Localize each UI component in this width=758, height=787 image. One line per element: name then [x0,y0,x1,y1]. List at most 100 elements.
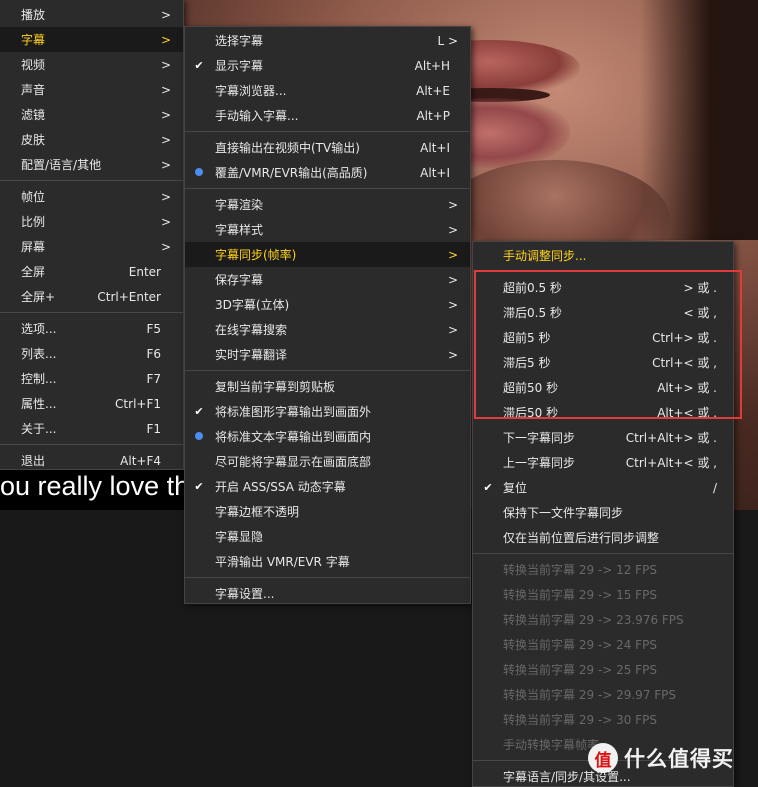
menu-item-text-inside[interactable]: 将标准文本字幕输出到画面内 [185,424,470,449]
menu-item-label: 列表... [21,347,57,361]
menu-item-delay-50s[interactable]: 滞后50 秒 Alt+< 或 , [473,400,733,425]
menu-item-label: 显示字幕 [215,59,264,73]
menu-item-audio[interactable]: 声音 > [0,77,183,102]
menu-item-subtitle-settings[interactable]: 字幕设置... [185,581,470,606]
menu-item-label: 字幕边框不透明 [215,505,300,519]
menu-item-ass-ssa[interactable]: ✔ 开启 ASS/SSA 动态字幕 [185,474,470,499]
chevron-right-icon: > [160,157,171,172]
menu-item-label: 将标准图形字幕输出到画面外 [215,405,372,419]
menu-item-shortcut: Alt+F4 [120,453,161,468]
menu-item-shortcut: Alt+H [414,58,450,73]
menu-item-control[interactable]: 控制... F7 [0,366,183,391]
menu-item-next-subtitle-sync[interactable]: 下一字幕同步 Ctrl+Alt+> 或 . [473,425,733,450]
menu-item-skin[interactable]: 皮肤 > [0,127,183,152]
menu-item-label: 滞后0.5 秒 [503,306,562,320]
menu-item-subtitle-render[interactable]: 字幕渲染 > [185,192,470,217]
menu-item-label: 超前5 秒 [503,331,551,345]
menu-item-fullscreen-plus[interactable]: 全屏+ Ctrl+Enter [0,284,183,309]
menu-item-label: 超前50 秒 [503,381,559,395]
chevron-right-icon: > [160,214,171,229]
menu-item-shortcut: Alt+> 或 . [657,381,717,395]
menu-item-label: 转换当前字幕 29 -> 23.976 FPS [503,613,684,627]
menu-item-label: 下一字幕同步 [503,431,576,445]
menu-item-label: 比例 [21,215,46,229]
menu-item-bottom-display[interactable]: 尽可能将字幕显示在画面底部 [185,449,470,474]
watermark: 值 什么值得买 [588,742,734,774]
menu-item-playlist[interactable]: 列表... F6 [0,341,183,366]
menu-item-screen[interactable]: 屏幕 > [0,234,183,259]
menu-item-label: 转换当前字幕 29 -> 29.97 FPS [503,688,677,702]
menu-item-shortcut: Ctrl+Alt+> 或 . [625,431,717,445]
menu-item-subtitle-browser[interactable]: 字幕浏览器... Alt+E [185,78,470,103]
menu-item-label: 复制当前字幕到剪贴板 [215,380,336,394]
menu-item-config[interactable]: 配置/语言/其他 > [0,152,183,177]
menu-item-keep-sync[interactable]: 保持下一文件字幕同步 [473,500,733,525]
menu-item-options[interactable]: 选项... F5 [0,316,183,341]
menu-item-reset[interactable]: ✔ 复位 / [473,475,733,500]
menu-item-realtime-translate[interactable]: 实时字幕翻译 > [185,342,470,367]
menu-item-shortcut: Alt+E [416,83,450,98]
menu-separator [185,131,470,132]
menu-item-3d-subtitle[interactable]: 3D字幕(立体) > [185,292,470,317]
menu-item-label: 声音 [21,83,46,97]
menu-item-delay-0-5s[interactable]: 滞后0.5 秒 < 或 , [473,300,733,325]
menu-item-shortcut: Enter [128,264,161,279]
menu-item-smooth-output[interactable]: 平滑输出 VMR/EVR 字幕 [185,549,470,574]
menu-item-tv-output[interactable]: 直接输出在视频中(TV输出) Alt+I [185,135,470,160]
menu-item-shortcut: < 或 , [683,306,718,320]
menu-item-label: 直接输出在视频中(TV输出) [215,141,360,155]
menu-item-label: 字幕显隐 [215,530,264,544]
menu-item-toggle-subtitle[interactable]: 字幕显隐 [185,524,470,549]
menu-item-label: 退出 [21,454,46,468]
menu-item-show-subtitle[interactable]: ✔ 显示字幕 Alt+H [185,53,470,78]
menu-item-select-subtitle[interactable]: 选择字幕 L > [185,28,470,53]
menu-item-manual-sync[interactable]: 手动调整同步... [473,243,733,268]
menu-item-sync-after-position[interactable]: 仅在当前位置后进行同步调整 [473,525,733,550]
menu-item-label: 滤镜 [21,108,46,122]
chevron-right-icon: > [160,32,171,47]
menu-item-ahead-0-5s[interactable]: 超前0.5 秒 > 或 . [473,275,733,300]
menu-item-properties[interactable]: 属性... Ctrl+F1 [0,391,183,416]
menu-item-play[interactable]: 播放 > [0,2,183,27]
menu-item-label: 保持下一文件字幕同步 [503,506,624,520]
menu-item-delay-5s[interactable]: 滞后5 秒 Ctrl+< 或 , [473,350,733,375]
menu-item-label: 字幕设置... [215,587,275,601]
menu-item-label: 皮肤 [21,133,46,147]
menu-item-about[interactable]: 关于... F1 [0,416,183,441]
menu-item-ahead-5s[interactable]: 超前5 秒 Ctrl+> 或 . [473,325,733,350]
menu-item-convert-12fps: 转换当前字幕 29 -> 12 FPS [473,557,733,582]
menu-item-ratio[interactable]: 比例 > [0,209,183,234]
menu-item-fullscreen[interactable]: 全屏 Enter [0,259,183,284]
menu-separator [473,553,733,554]
chevron-right-icon: > [447,222,458,237]
menu-item-ahead-50s[interactable]: 超前50 秒 Alt+> 或 . [473,375,733,400]
menu-item-copy-subtitle[interactable]: 复制当前字幕到剪贴板 [185,374,470,399]
watermark-text: 什么值得买 [624,747,734,771]
menu-item-label: 选项... [21,322,57,336]
menu-item-prev-subtitle-sync[interactable]: 上一字幕同步 Ctrl+Alt+< 或 , [473,450,733,475]
menu-item-graphic-outside[interactable]: ✔ 将标准图形字幕输出到画面外 [185,399,470,424]
checkmark-icon: ✔ [194,480,204,493]
menu-item-video[interactable]: 视频 > [0,52,183,77]
menu-item-frame[interactable]: 帧位 > [0,184,183,209]
menu-item-shortcut: / [712,480,717,495]
menu-item-exit[interactable]: 退出 Alt+F4 [0,448,183,473]
menu-item-online-search[interactable]: 在线字幕搜索 > [185,317,470,342]
menu-item-label: 转换当前字幕 29 -> 24 FPS [503,638,657,652]
menu-item-shortcut: Alt+I [420,140,450,155]
menu-item-subtitle[interactable]: 字幕 > [0,27,183,52]
menu-item-shortcut: Alt+I [420,165,450,180]
menu-item-manual-input[interactable]: 手动输入字幕... Alt+P [185,103,470,128]
menu-item-subtitle-style[interactable]: 字幕样式 > [185,217,470,242]
menu-item-convert-30fps: 转换当前字幕 29 -> 30 FPS [473,707,733,732]
menu-item-shortcut: Ctrl+> 或 . [652,331,717,345]
menu-item-label: 属性... [21,397,57,411]
menu-item-convert-29-97fps: 转换当前字幕 29 -> 29.97 FPS [473,682,733,707]
menu-item-save-subtitle[interactable]: 保存字幕 > [185,267,470,292]
main-context-menu: 播放 > 字幕 > 视频 > 声音 > 滤镜 > 皮肤 > 配置/语言/其他 >… [0,0,184,470]
menu-item-filters[interactable]: 滤镜 > [0,102,183,127]
menu-item-label: 配置/语言/其他 [21,158,102,172]
menu-item-opaque-border[interactable]: 字幕边框不透明 [185,499,470,524]
menu-item-subtitle-sync[interactable]: 字幕同步(帧率) > [185,242,470,267]
menu-item-overlay-output[interactable]: 覆盖/VMR/EVR输出(高品质) Alt+I [185,160,470,185]
